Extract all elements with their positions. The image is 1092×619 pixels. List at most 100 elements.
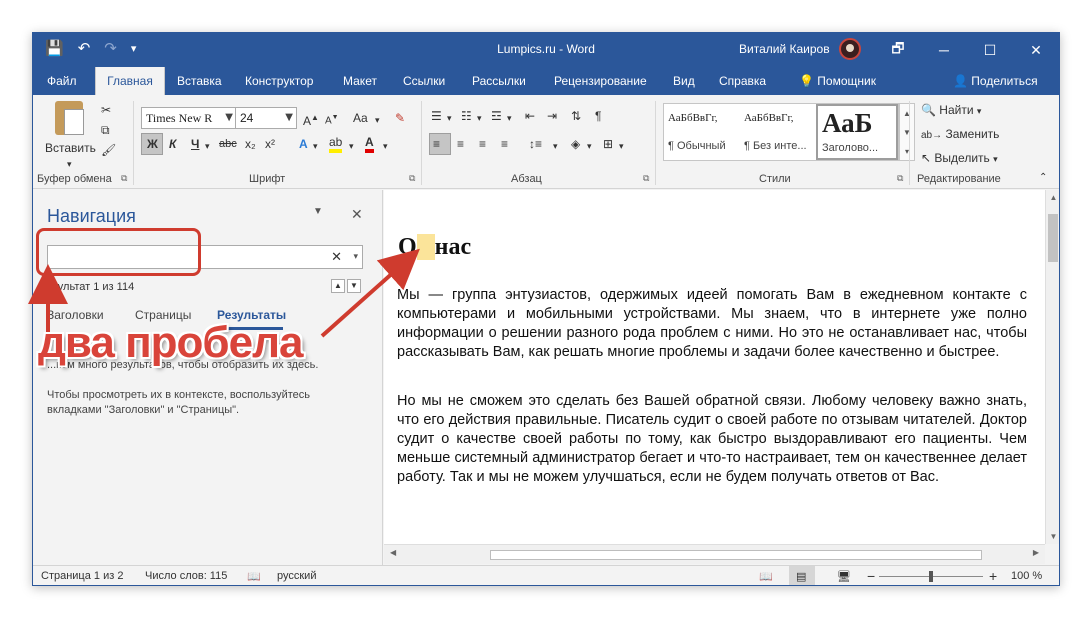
minimize-button[interactable]: ─ <box>921 33 967 67</box>
chevron-down-icon[interactable]: ▾ <box>447 109 452 127</box>
bullets-icon[interactable]: ☰ <box>431 107 442 125</box>
more-styles-icon[interactable]: ▾ <box>900 142 914 161</box>
highlight-icon[interactable]: ab <box>329 135 343 153</box>
horizontal-scrollbar[interactable]: ◀ ▶ <box>384 544 1045 564</box>
italic-button[interactable]: К <box>169 135 176 153</box>
subscript-button[interactable]: x₂ <box>245 135 256 153</box>
chevron-down-icon[interactable]: ▾ <box>383 137 388 155</box>
show-marks-button[interactable]: ¶ <box>595 107 601 125</box>
align-center-icon[interactable]: ≡ <box>457 135 464 153</box>
underline-button[interactable]: Ч <box>191 135 199 153</box>
tab-mailings[interactable]: Рассылки <box>466 67 532 95</box>
chevron-down-icon[interactable]: ▾ <box>553 137 558 155</box>
chevron-up-icon[interactable]: ▲ <box>900 104 914 123</box>
font-size-combo[interactable]: 24 ▼ <box>235 107 297 129</box>
superscript-button[interactable]: x² <box>265 135 275 153</box>
clear-search-icon[interactable]: ✕ <box>331 249 342 265</box>
format-painter-icon[interactable]: 🖌 <box>101 141 116 159</box>
horizontal-scroll-thumb[interactable] <box>490 550 982 560</box>
tab-tell-me[interactable]: 💡 Помощник <box>793 67 882 95</box>
chevron-down-icon[interactable]: ▼ <box>285 108 293 128</box>
search-options-icon[interactable]: ▾ <box>353 251 358 262</box>
change-case-button[interactable]: Aa <box>353 109 368 127</box>
paste-dropdown-icon[interactable]: ▾ <box>67 155 72 173</box>
chevron-down-icon[interactable]: ▾ <box>587 137 592 155</box>
cut-icon[interactable]: ✂ <box>101 101 111 119</box>
zoom-level[interactable]: 100 % <box>1011 570 1042 582</box>
next-result-icon[interactable]: ▼ <box>347 279 361 293</box>
tab-design[interactable]: Конструктор <box>239 67 319 95</box>
font-launcher-icon[interactable]: ⧉ <box>409 173 415 184</box>
web-layout-icon[interactable]: 🖥 <box>837 570 851 583</box>
scroll-thumb[interactable] <box>1048 214 1058 262</box>
zoom-slider-thumb[interactable] <box>929 571 933 582</box>
strikethrough-button[interactable]: abc <box>219 135 237 153</box>
styles-scroll[interactable]: ▲ ▼ ▾ <box>899 103 915 161</box>
user-name[interactable]: Виталий Каиров <box>739 42 830 56</box>
zoom-in-button[interactable]: + <box>989 568 997 584</box>
close-button[interactable]: ✕ <box>1013 33 1059 67</box>
chevron-down-icon[interactable]: ▾ <box>619 137 624 155</box>
proofing-icon[interactable]: 📖 <box>247 570 261 583</box>
chevron-down-icon[interactable]: ▼ <box>225 108 233 128</box>
shrink-font-icon[interactable]: A▼ <box>325 109 339 130</box>
font-color-icon[interactable]: A <box>365 135 374 153</box>
zoom-out-button[interactable]: − <box>867 568 875 584</box>
chevron-down-icon[interactable]: ▾ <box>205 137 210 155</box>
style-no-spacing[interactable]: АаБбВвГг, ¶ Без инте... <box>740 104 814 160</box>
read-mode-icon[interactable]: 📖 <box>759 570 773 583</box>
increase-indent-icon[interactable]: ⇥ <box>547 107 557 125</box>
tab-layout[interactable]: Макет <box>337 67 383 95</box>
borders-icon[interactable]: ⊞ <box>603 135 613 153</box>
chevron-down-icon[interactable]: ▾ <box>507 109 512 127</box>
chevron-down-icon[interactable]: ▾ <box>313 137 318 155</box>
find-button[interactable]: 🔍 Найти ▾ <box>921 101 981 120</box>
close-pane-icon[interactable]: ✕ <box>351 206 363 223</box>
multilevel-list-icon[interactable]: ☲ <box>491 107 502 125</box>
scroll-right-icon[interactable]: ▶ <box>1033 548 1039 557</box>
print-layout-icon[interactable]: ▤ <box>796 570 806 583</box>
chevron-down-icon[interactable]: ▾ <box>375 111 380 129</box>
line-spacing-icon[interactable]: ↕≡ <box>529 135 542 153</box>
chevron-down-icon[interactable]: ▾ <box>477 109 482 127</box>
maximize-button[interactable]: ☐ <box>967 33 1013 67</box>
styles-launcher-icon[interactable]: ⧉ <box>897 173 903 184</box>
tab-file[interactable]: Файл <box>41 67 83 95</box>
chevron-down-icon[interactable]: ▼ <box>900 123 914 142</box>
clipboard-launcher-icon[interactable]: ⧉ <box>121 173 127 184</box>
copy-icon[interactable]: ⧉ <box>101 121 110 139</box>
grow-font-icon[interactable]: A▲ <box>303 109 319 130</box>
tab-references[interactable]: Ссылки <box>397 67 451 95</box>
avatar[interactable] <box>839 38 861 60</box>
vertical-scrollbar[interactable]: ▲ ▼ <box>1045 190 1059 544</box>
bold-button[interactable]: Ж <box>147 135 158 153</box>
style-heading-1[interactable]: АаБ Заголово... <box>816 104 898 160</box>
font-name-combo[interactable]: Times New R ▼ <box>141 107 237 129</box>
tab-view[interactable]: Вид <box>667 67 701 95</box>
page-count[interactable]: Страница 1 из 2 <box>41 570 123 582</box>
shading-icon[interactable]: ◈ <box>571 135 580 153</box>
decrease-indent-icon[interactable]: ⇤ <box>525 107 535 125</box>
word-count[interactable]: Число слов: 115 <box>145 570 227 582</box>
scroll-left-icon[interactable]: ◀ <box>390 548 396 557</box>
align-left-icon[interactable]: ≡ <box>433 135 440 153</box>
tab-help[interactable]: Справка <box>713 67 772 95</box>
document-page[interactable]: О нас Мы — группа энтузиастов, одержимых… <box>384 190 1045 544</box>
clear-formatting-icon[interactable]: ✎ <box>395 109 405 127</box>
previous-result-icon[interactable]: ▲ <box>331 279 345 293</box>
style-normal[interactable]: АаБбВвГг, ¶ Обычный <box>664 104 738 160</box>
numbering-icon[interactable]: ☷ <box>461 107 472 125</box>
collapse-ribbon-icon[interactable]: ⌃ <box>1039 169 1047 187</box>
tab-review[interactable]: Рецензирование <box>548 67 653 95</box>
sort-icon[interactable]: ⇅ <box>571 107 581 125</box>
paste-icon[interactable] <box>55 101 84 135</box>
share-button[interactable]: 👤 Поделиться <box>947 67 1044 95</box>
chevron-down-icon[interactable]: ▾ <box>349 137 354 155</box>
tab-insert[interactable]: Вставка <box>171 67 228 95</box>
text-effects-icon[interactable]: A <box>299 135 308 153</box>
scroll-up-icon[interactable]: ▲ <box>1046 190 1059 205</box>
tab-home[interactable]: Главная <box>95 67 165 95</box>
pane-options-icon[interactable]: ▼ <box>313 206 323 217</box>
select-button[interactable]: ↖ Выделить ▾ <box>921 149 998 168</box>
language[interactable]: русский <box>277 570 316 582</box>
